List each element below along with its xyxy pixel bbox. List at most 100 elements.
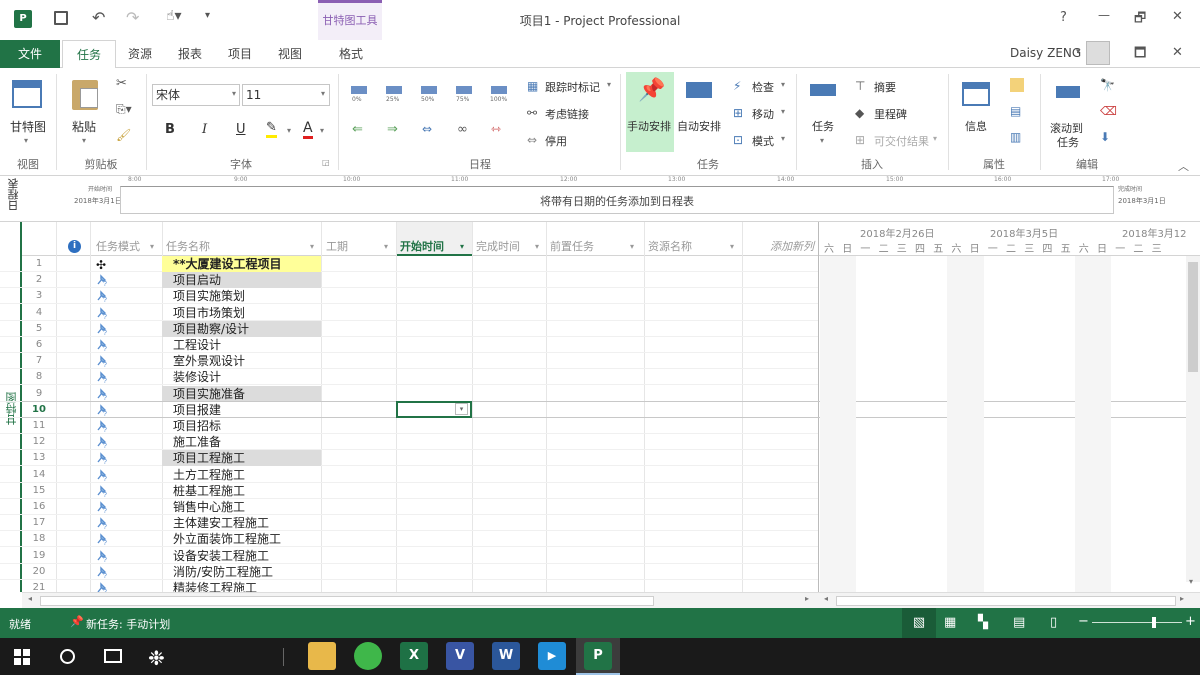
bottom-hscroll[interactable]: ◂ ▸ ◂ ▸ bbox=[22, 592, 1200, 608]
pct-100-icon[interactable] bbox=[491, 86, 507, 94]
table-row[interactable]: 1 **大厦建设工程项目 bbox=[0, 256, 818, 272]
gantt-hscroll-left-icon[interactable]: ◂ bbox=[824, 594, 828, 603]
insert-task-dropdown-icon[interactable]: ▾ bbox=[820, 136, 824, 145]
mode-button[interactable]: 模式 bbox=[752, 133, 774, 149]
table-row[interactable]: 20? 消防/安防工程施工 bbox=[0, 564, 818, 580]
col-header-name[interactable]: 任务名称 bbox=[166, 238, 210, 256]
task-name[interactable]: 外立面装饰工程施工 bbox=[162, 531, 321, 547]
minimize-button[interactable]: — bbox=[1098, 8, 1110, 22]
table-row[interactable]: 11? 项目招标 bbox=[0, 418, 818, 434]
tab-view[interactable]: 视图 bbox=[268, 40, 312, 68]
row-number[interactable]: 9 bbox=[22, 386, 56, 402]
task-name[interactable]: 项目实施策划 bbox=[162, 288, 321, 304]
fill-icon[interactable]: ⬇ bbox=[1100, 130, 1110, 144]
row-number[interactable]: 14 bbox=[22, 467, 56, 483]
highlight-icon[interactable]: ✎ bbox=[266, 120, 277, 138]
table-row[interactable]: 6? 工程设计 bbox=[0, 337, 818, 353]
fan-icon[interactable]: ❉ bbox=[148, 646, 165, 670]
track-mark-dropdown-icon[interactable]: ▾ bbox=[607, 80, 611, 89]
deliverable-icon[interactable]: ⊞ bbox=[855, 133, 865, 147]
split-task-icon[interactable]: ⇿ bbox=[491, 122, 501, 136]
task-name[interactable]: 项目报建 bbox=[162, 402, 321, 418]
italic-button[interactable]: I bbox=[202, 122, 207, 137]
summary-button[interactable]: 摘要 bbox=[874, 79, 896, 95]
insert-task-icon[interactable] bbox=[810, 84, 836, 96]
table-row[interactable]: 5? 项目勘察/设计 bbox=[0, 320, 818, 337]
tab-project[interactable]: 项目 bbox=[218, 40, 262, 68]
task-name[interactable]: 施工准备 bbox=[162, 434, 321, 450]
visio-icon[interactable]: V bbox=[446, 642, 474, 670]
paste-button[interactable]: 粘贴 bbox=[72, 118, 96, 135]
task-name[interactable]: 项目招标 bbox=[162, 418, 321, 434]
taskview-icon[interactable] bbox=[104, 649, 122, 663]
col-header-finish[interactable]: 完成时间 bbox=[476, 238, 520, 256]
zoom-out-icon[interactable]: − bbox=[1078, 614, 1089, 629]
inactivate-button[interactable]: 停用 bbox=[545, 133, 567, 149]
move-button[interactable]: 移动 bbox=[752, 106, 774, 122]
unlink-icon[interactable]: ∞ bbox=[457, 122, 468, 137]
task-name[interactable]: 主体建安工程施工 bbox=[162, 515, 321, 531]
summary-icon[interactable]: ⊤ bbox=[855, 79, 865, 93]
tab-report[interactable]: 报表 bbox=[168, 40, 212, 68]
table-row[interactable]: 21? 精装修工程施工 bbox=[0, 580, 818, 592]
notes-icon[interactable] bbox=[1010, 78, 1024, 92]
row-number[interactable]: 7 bbox=[22, 353, 56, 369]
new-task-mode[interactable]: 新任务: 手动计划 bbox=[86, 616, 170, 632]
table-row[interactable]: 9? 项目实施准备 bbox=[0, 385, 818, 402]
active-start-cell-dropdown[interactable]: ▾ bbox=[455, 403, 468, 415]
inactivate-icon[interactable]: ⇔ bbox=[527, 133, 537, 147]
vertical-scroll-down-icon[interactable]: ▾ bbox=[1189, 577, 1193, 586]
restore-button[interactable]: 🗗 bbox=[1134, 9, 1146, 31]
row-number[interactable]: 15 bbox=[22, 483, 56, 499]
col-header-mode-dropdown[interactable]: ▾ bbox=[150, 238, 154, 256]
gantt-hscroll-right-icon[interactable]: ▸ bbox=[1180, 594, 1184, 603]
mode-dropdown-icon[interactable]: ▾ bbox=[781, 134, 785, 143]
table-row[interactable]: 15? 桩基工程施工 bbox=[0, 483, 818, 499]
avatar[interactable] bbox=[1086, 41, 1110, 65]
pct-0-icon[interactable] bbox=[351, 86, 367, 94]
new-task-pin-icon[interactable]: 📌 bbox=[70, 615, 84, 628]
col-header-predecessors[interactable]: 前置任务 bbox=[550, 238, 594, 256]
view-task-usage-icon[interactable]: ▦ bbox=[944, 615, 956, 630]
view-report-icon[interactable]: ▯ bbox=[1050, 615, 1057, 630]
summary-task-name[interactable]: 项目启动 bbox=[162, 272, 321, 289]
font-name-dropdown-icon[interactable]: ▾ bbox=[232, 89, 236, 98]
row-number[interactable]: 16 bbox=[22, 499, 56, 515]
task-name[interactable]: 工程设计 bbox=[162, 337, 321, 353]
hscroll-left-icon[interactable]: ◂ bbox=[28, 594, 32, 603]
clear-icon[interactable]: ⌫ bbox=[1100, 104, 1117, 118]
zoom-slider-thumb[interactable] bbox=[1152, 617, 1156, 628]
gantt-grid[interactable]: 甘特图 i 任务模式 ▾ 任务名称 ▾ 工期 ▾ 开始时间 ▾ 完成时间 ▾ 前… bbox=[0, 222, 1200, 592]
table-row[interactable]: 7? 室外景观设计 bbox=[0, 353, 818, 370]
row-number[interactable]: 6 bbox=[22, 337, 56, 353]
table-row[interactable]: 2? 项目启动 bbox=[0, 272, 818, 289]
zoom-slider[interactable] bbox=[1092, 622, 1182, 623]
row-number[interactable]: 3 bbox=[22, 288, 56, 304]
project-task-name[interactable]: **大厦建设工程项目 bbox=[162, 256, 321, 272]
info-icon[interactable] bbox=[962, 82, 990, 106]
user-dropdown-icon[interactable]: ▾ bbox=[1076, 47, 1081, 57]
font-color-dropdown-icon[interactable]: ▾ bbox=[320, 126, 324, 135]
inspect-dropdown-icon[interactable]: ▾ bbox=[781, 80, 785, 89]
tab-resource[interactable]: 资源 bbox=[118, 40, 162, 68]
col-header-duration-dropdown[interactable]: ▾ bbox=[384, 238, 388, 256]
copy-icon[interactable]: ⎘▾ bbox=[116, 102, 132, 117]
user-name[interactable]: Daisy ZENG bbox=[1010, 46, 1081, 60]
collapse-ribbon-icon[interactable]: ︿ bbox=[1178, 158, 1189, 174]
row-number[interactable]: 19 bbox=[22, 548, 56, 564]
ribbon-display-button[interactable]: 🗖 bbox=[1134, 44, 1146, 66]
table-row[interactable]: 14? 土方工程施工 bbox=[0, 467, 818, 483]
track-mark-button[interactable]: 跟踪时标记 bbox=[545, 79, 600, 95]
col-header-resources-dropdown[interactable]: ▾ bbox=[730, 238, 734, 256]
col-header-predecessors-dropdown[interactable]: ▾ bbox=[630, 238, 634, 256]
view-team-planner-icon[interactable]: ▚ bbox=[978, 615, 988, 630]
gantt-chart-dropdown-icon[interactable]: ▾ bbox=[24, 136, 28, 145]
row-number[interactable]: 2 bbox=[22, 272, 56, 288]
col-header-name-dropdown[interactable]: ▾ bbox=[310, 238, 314, 256]
close-button[interactable]: ✕ bbox=[1172, 9, 1183, 24]
info-column-icon[interactable]: i bbox=[68, 240, 81, 253]
table-row[interactable]: 19? 设备安装工程施工 bbox=[0, 548, 818, 564]
move-icon[interactable]: ⊞ bbox=[733, 106, 743, 120]
quick-access-dropdown-icon[interactable]: ▾ bbox=[205, 10, 210, 21]
ribbon-close-button[interactable]: ✕ bbox=[1172, 45, 1183, 60]
